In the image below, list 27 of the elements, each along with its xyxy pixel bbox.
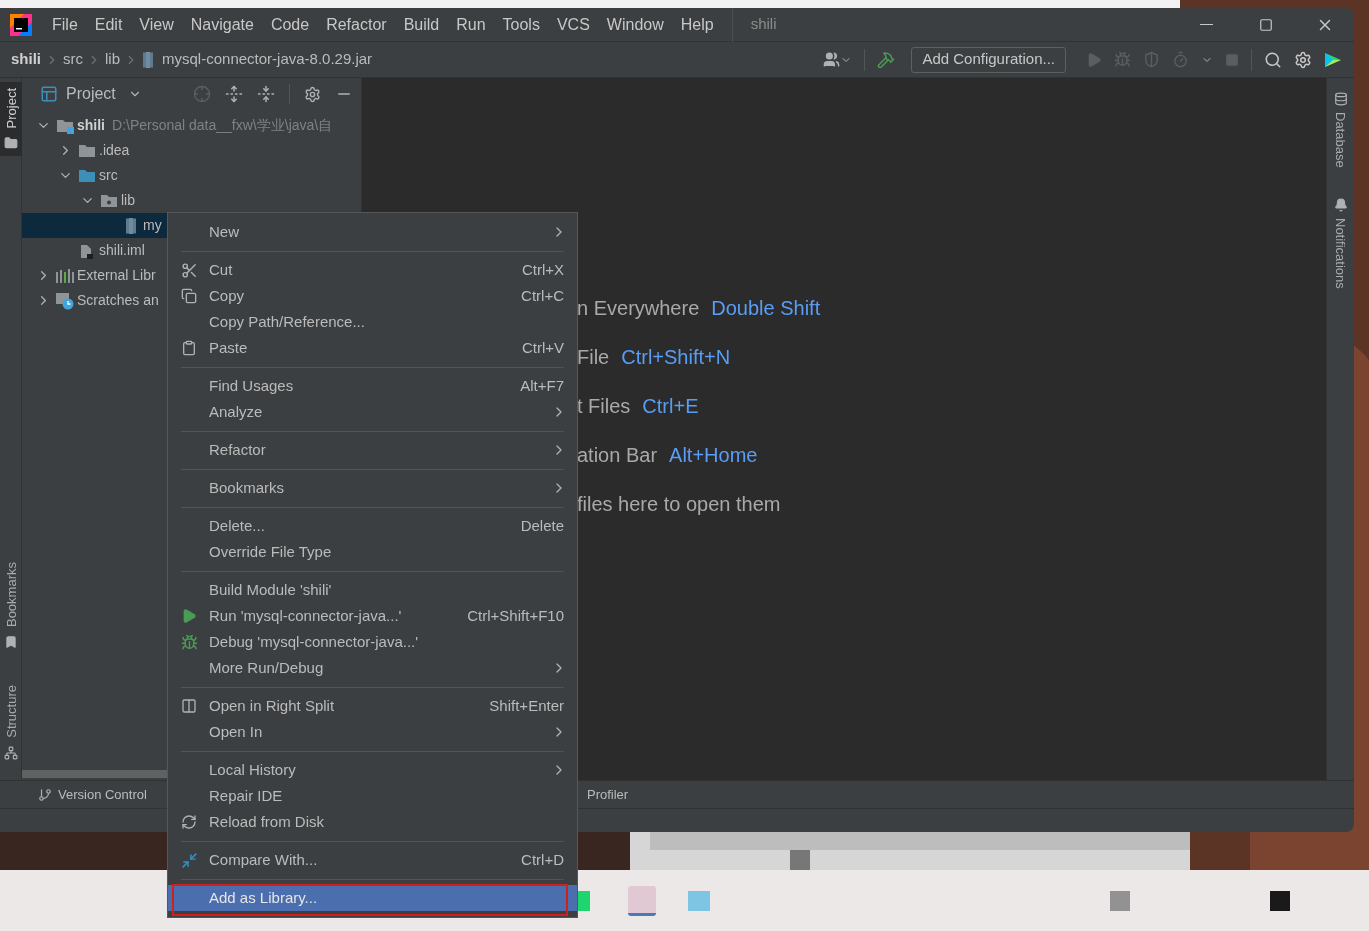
shortcut-text: Shift+Enter: [489, 695, 564, 716]
window-title: shili: [750, 14, 777, 35]
hint-text: File: [577, 344, 610, 370]
tree-label: src: [99, 166, 118, 185]
shortcut-text: Alt+F7: [520, 375, 564, 396]
shortcut-text: Ctrl+C: [521, 285, 564, 306]
shortcut-text: Ctrl+D: [521, 849, 564, 870]
hint-text: files here to open them: [577, 491, 781, 517]
shortcut-text: Ctrl+X: [521, 259, 564, 280]
tree-label: lib: [121, 191, 135, 210]
tree-label: shili.iml: [99, 241, 145, 260]
hint-shortcut: Ctrl+E: [642, 393, 699, 419]
path-hint: D:\Personal data__fxw\学业\java\自: [112, 116, 333, 135]
hint-text: ation Bar: [577, 442, 658, 468]
tree-label: Scratches an: [77, 291, 159, 310]
hint-shortcut: Double Shift: [711, 295, 821, 321]
hint-text: n Everywhere: [577, 295, 700, 321]
hint-shortcut: Alt+Home: [669, 442, 758, 468]
hint-shortcut: Ctrl+Shift+N: [621, 344, 731, 370]
tree-label: my: [143, 216, 162, 235]
shortcut-text: Delete: [520, 515, 564, 536]
tree-label: .idea: [99, 141, 130, 160]
hint-text: t Files: [577, 393, 631, 419]
shortcut-text: Ctrl+V: [521, 337, 564, 358]
tree-label: shili: [77, 116, 105, 135]
shortcut-text: Ctrl+Shift+F10: [467, 605, 564, 626]
tree-label: External Libr: [77, 266, 156, 285]
